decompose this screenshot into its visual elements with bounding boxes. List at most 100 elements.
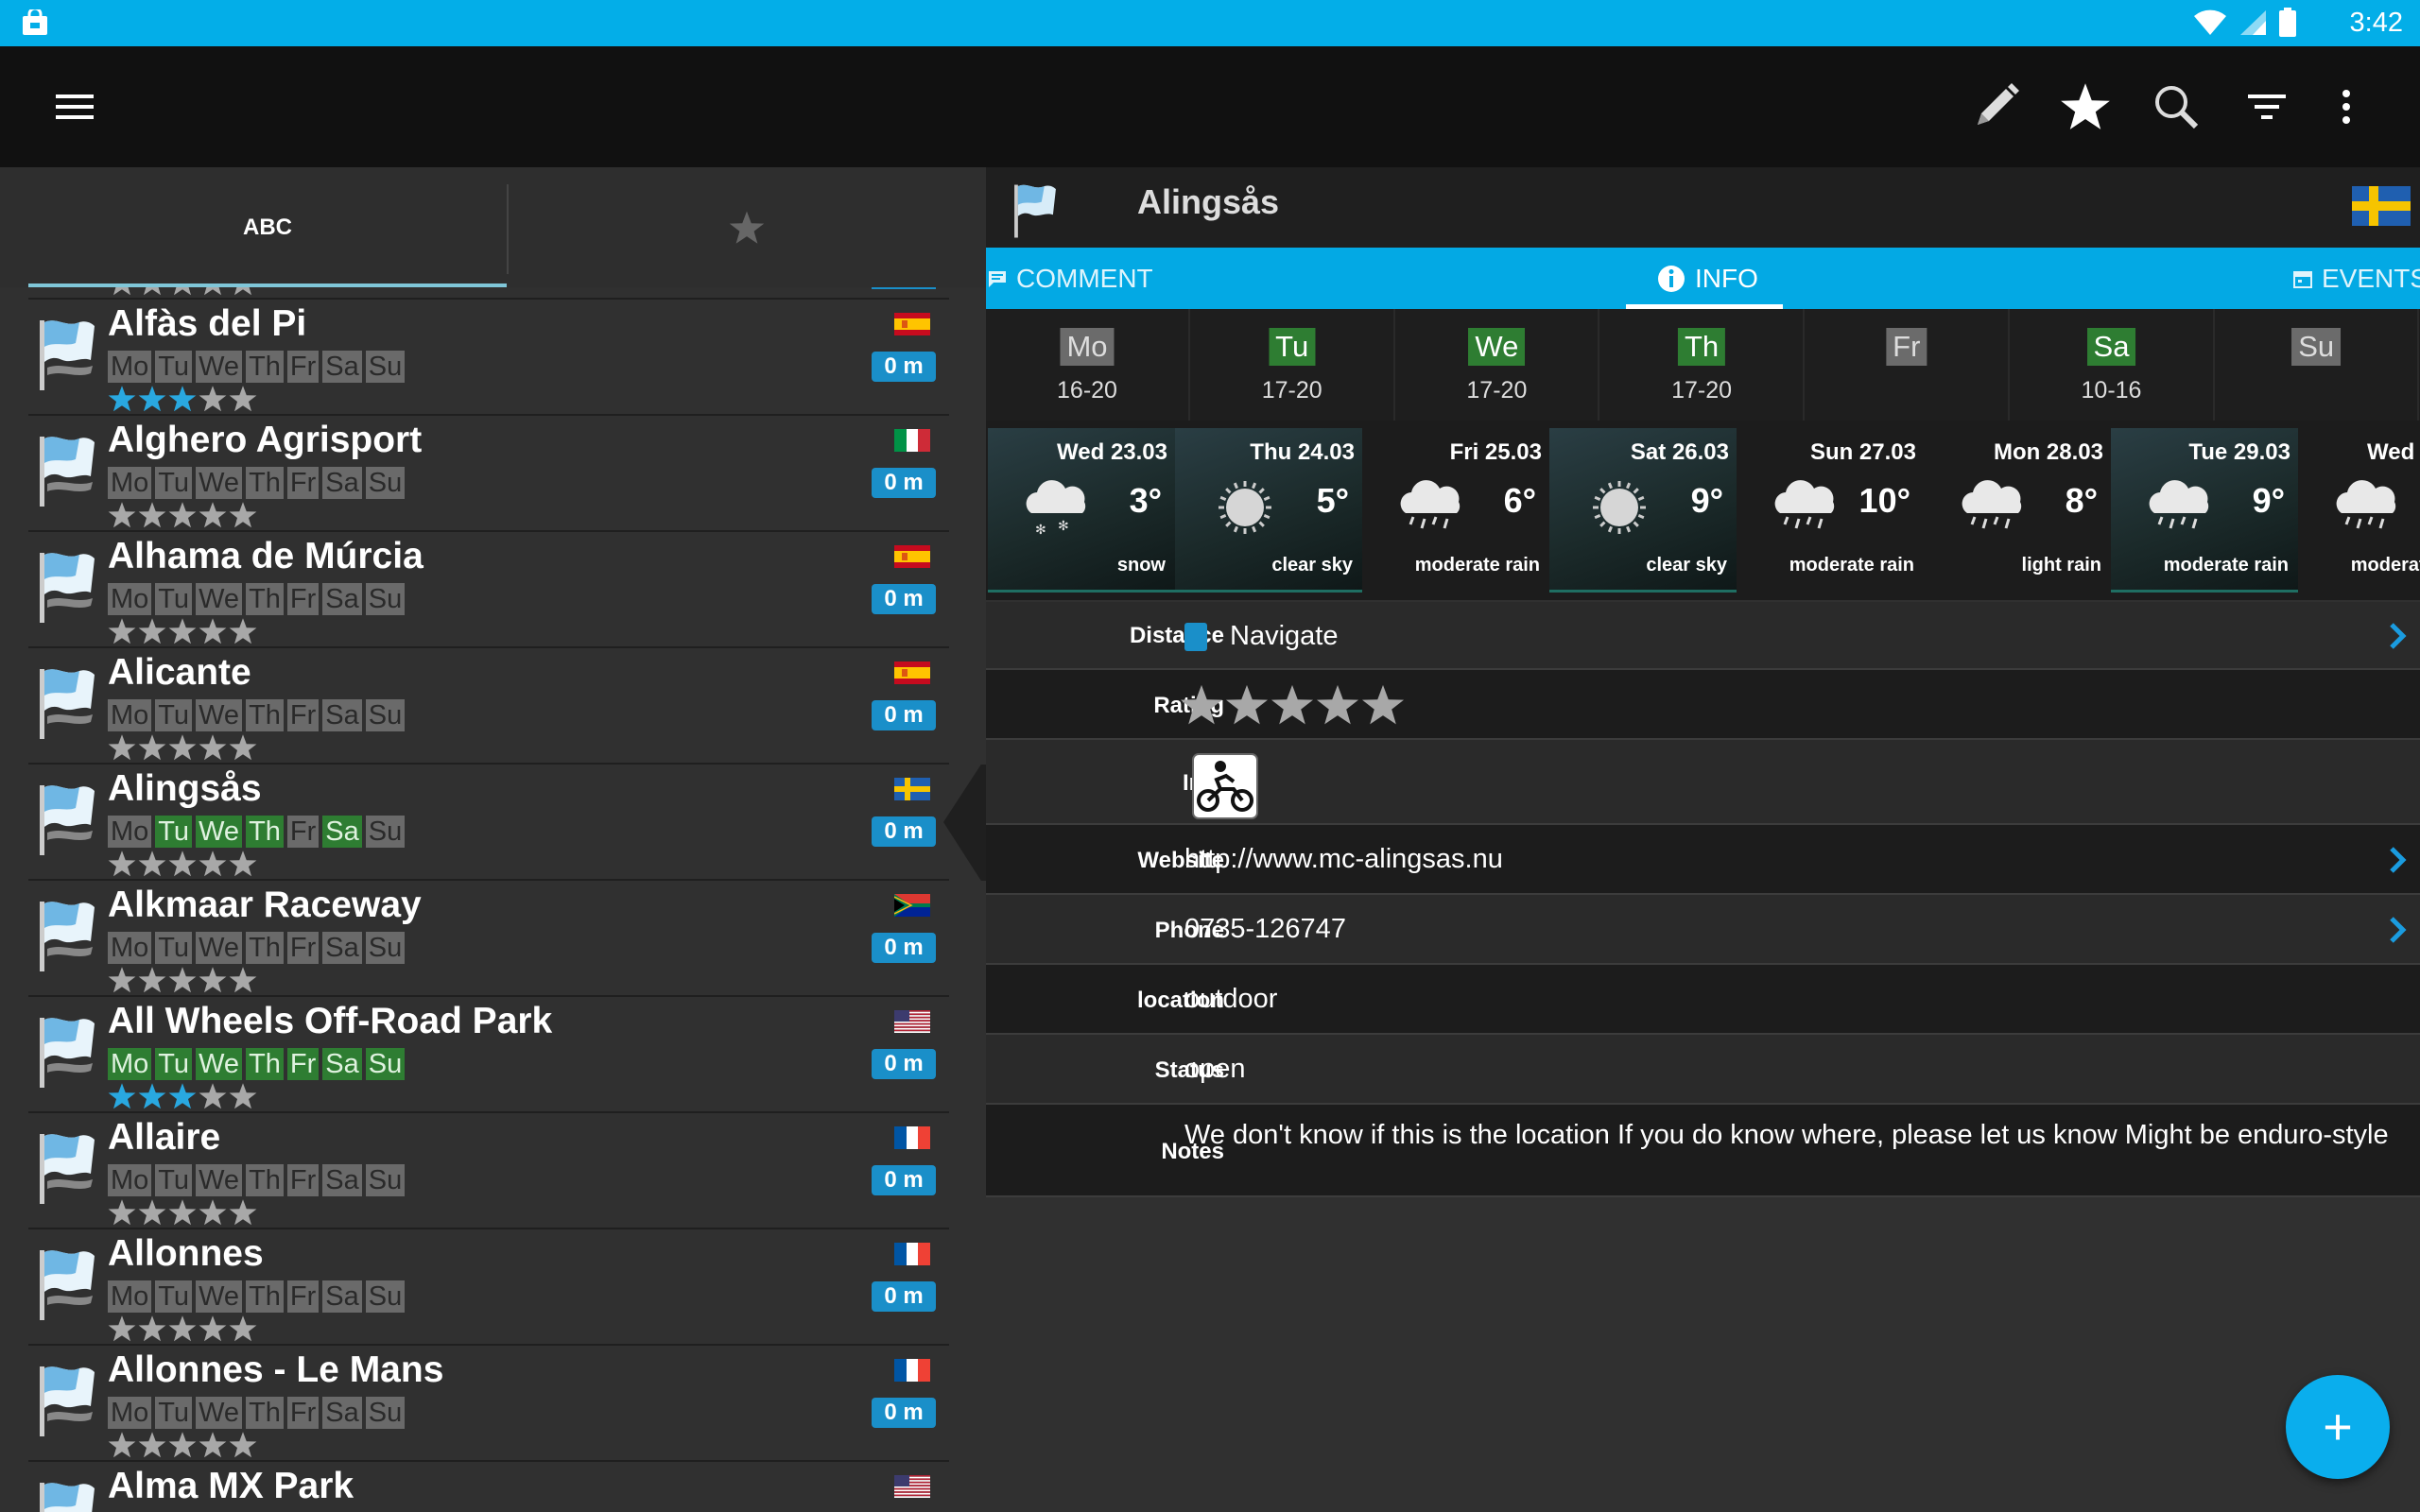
star-icon <box>229 967 257 993</box>
opening-days: Mo Tu We Th Fr Sa Su <box>108 583 406 615</box>
star-icon <box>168 1315 197 1342</box>
distance-badge: 0 m <box>872 1049 936 1079</box>
forecast-day[interactable]: Thu 24.03 5° clear sky <box>1175 428 1362 593</box>
svg-text:✻: ✻ <box>1035 522 1046 537</box>
day-badge: Tu <box>155 1397 193 1429</box>
list-item[interactable]: All Wheels Off-Road Park Mo Tu We Th Fr Sa Su 0 … <box>28 997 949 1113</box>
forecast-day[interactable]: Tue 29.03 9° moderate rain <box>2111 428 2298 593</box>
day-badge: Th <box>246 932 284 964</box>
overflow-menu-button[interactable] <box>2316 77 2377 137</box>
day-badge: Fr <box>286 1280 320 1313</box>
info-icon <box>1658 265 1685 292</box>
day-badge: Mo <box>108 583 152 615</box>
track-flag-icon <box>40 1018 95 1088</box>
star-icon <box>108 618 136 644</box>
country-flag-usa-icon <box>894 1010 930 1033</box>
add-button[interactable]: + <box>2286 1375 2390 1479</box>
menu-button[interactable] <box>44 77 105 137</box>
track-name: Allonnes <box>108 1233 264 1274</box>
star-icon <box>113 287 130 296</box>
website-link[interactable]: http://www.mc-alingsas.nu <box>1184 844 1503 875</box>
star-icon <box>168 967 197 993</box>
tab-events[interactable]: EVENTS <box>2293 248 2420 309</box>
rating-row[interactable]: Rating <box>986 670 2420 740</box>
track-name: Alhama de Múrcia <box>108 536 424 576</box>
list-item[interactable]: Alfàs del Pi Mo Tu We Th Fr Sa Su 0 m <box>28 300 949 416</box>
forecast-date: Fri 25.03 <box>1449 439 1542 465</box>
forecast-temp: 5° <box>1316 481 1349 520</box>
day-badge: Th <box>246 699 284 731</box>
list-item[interactable]: Alma MX ParkMoTuWeThFrSaSu0 m <box>28 1462 949 1512</box>
star-icon <box>108 1315 136 1342</box>
list-item[interactable]: Allonnes - Le Mans Mo Tu We Th Fr Sa Su 0 m <box>28 1346 949 1462</box>
clock-time: 3:42 <box>2349 8 2403 38</box>
day-badge: Su <box>365 1164 406 1196</box>
day-badge: Mo <box>108 1397 152 1429</box>
search-button[interactable] <box>2146 77 2206 137</box>
track-flag-icon <box>1014 184 1056 238</box>
star-icon <box>199 618 227 644</box>
forecast-day[interactable]: Mon 28.03 8° light rain <box>1924 428 2111 593</box>
star-icon <box>138 386 166 412</box>
tab-comment[interactable]: COMMENT <box>988 248 1153 309</box>
star-icon <box>168 734 197 761</box>
tab-divider <box>507 184 509 274</box>
rating-stars[interactable] <box>1180 683 1405 727</box>
svg-text:✻: ✻ <box>1058 518 1069 533</box>
day-badge: We <box>196 1280 243 1313</box>
day-badge: Mo <box>108 699 152 731</box>
star-icon <box>168 502 197 528</box>
day-badge: Sa <box>322 1164 362 1196</box>
tab-abc[interactable]: ABC <box>28 167 507 287</box>
distance-row[interactable]: Distance Navigate <box>986 602 2420 670</box>
phone-value[interactable]: 0735-126747 <box>1184 914 1346 945</box>
rating-stars <box>108 966 257 994</box>
wifi-icon <box>2194 9 2226 35</box>
day-badge: We <box>196 699 243 731</box>
forecast-day[interactable]: Wed 30.03 moderate rain <box>2298 428 2420 593</box>
star-icon <box>234 287 251 296</box>
list-item[interactable]: Alghero Agrisport Mo Tu We Th Fr Sa Su 0 m <box>28 416 949 532</box>
day-badge: Sa <box>322 467 362 499</box>
star-icon <box>229 1199 257 1226</box>
plus-icon: + <box>2323 1399 2353 1455</box>
forecast-day[interactable]: ✻ ✻ Wed 23.03 3° snow <box>988 428 1175 593</box>
sun-icon <box>1219 481 1271 534</box>
edit-button[interactable] <box>1965 77 2026 137</box>
list-item[interactable]: Alkmaar Raceway Mo Tu We Th Fr Sa Su 0 m <box>28 881 949 997</box>
forecast-day[interactable]: Sat 26.03 9° clear sky <box>1549 428 1737 593</box>
phone-row[interactable]: Phone 0735-126747 <box>986 895 2420 965</box>
star-icon <box>138 1083 166 1109</box>
list-item[interactable]: Alingsås Mo Tu We Th Fr Sa Su 0 m <box>28 765 949 881</box>
list-item[interactable]: Alicante Mo Tu We Th Fr Sa Su 0 m <box>28 648 949 765</box>
website-row[interactable]: Website http://www.mc-alingsas.nu <box>986 825 2420 895</box>
list-item[interactable]: Allaire Mo Tu We Th Fr Sa Su 0 m <box>28 1113 949 1229</box>
star-icon <box>199 1083 227 1109</box>
star-icon <box>108 734 136 761</box>
detail-header: Alingsås <box>986 167 2420 248</box>
list-item[interactable]: Alhama de Múrcia Mo Tu We Th Fr Sa Su 0 m <box>28 532 949 648</box>
track-name: Allaire <box>108 1117 221 1158</box>
forecast-day[interactable]: Sun 27.03 10° moderate rain <box>1737 428 1924 593</box>
list-item[interactable]: Allonnes Mo Tu We Th Fr Sa Su 0 m <box>28 1229 949 1346</box>
day-label: Su <box>2291 328 2342 366</box>
country-flag-sweden-icon <box>2352 186 2411 226</box>
day-badge: We <box>196 583 243 615</box>
star-icon <box>138 734 166 761</box>
signal-icon <box>2240 10 2266 35</box>
star-icon <box>168 1432 197 1458</box>
filter-button[interactable] <box>2237 77 2297 137</box>
tab-info[interactable]: INFO <box>1657 248 1758 309</box>
week-day: Fr <box>1806 309 2010 421</box>
tab-favorites[interactable] <box>510 167 983 287</box>
day-badge: Sa <box>322 583 362 615</box>
favorite-button[interactable] <box>2055 77 2116 137</box>
weather-forecast[interactable]: ✻ ✻ Wed 23.03 3° snow Thu 24.03 5° clear sky Fri… <box>986 421 2420 600</box>
star-icon <box>1361 684 1405 725</box>
list-item-clipped[interactable] <box>28 287 949 300</box>
track-flag-icon <box>40 902 95 971</box>
opening-days: Mo Tu We Th Fr Sa Su <box>108 1397 406 1429</box>
forecast-day[interactable]: Fri 25.03 6° moderate rain <box>1362 428 1549 593</box>
track-list[interactable]: Alfàs del Pi Mo Tu We Th Fr Sa Su 0 m Alghero Agr… <box>0 287 986 1512</box>
track-list-pane: ABC Alfàs del Pi Mo Tu We Th Fr Sa Su 0 m Alghero… <box>0 167 986 1512</box>
